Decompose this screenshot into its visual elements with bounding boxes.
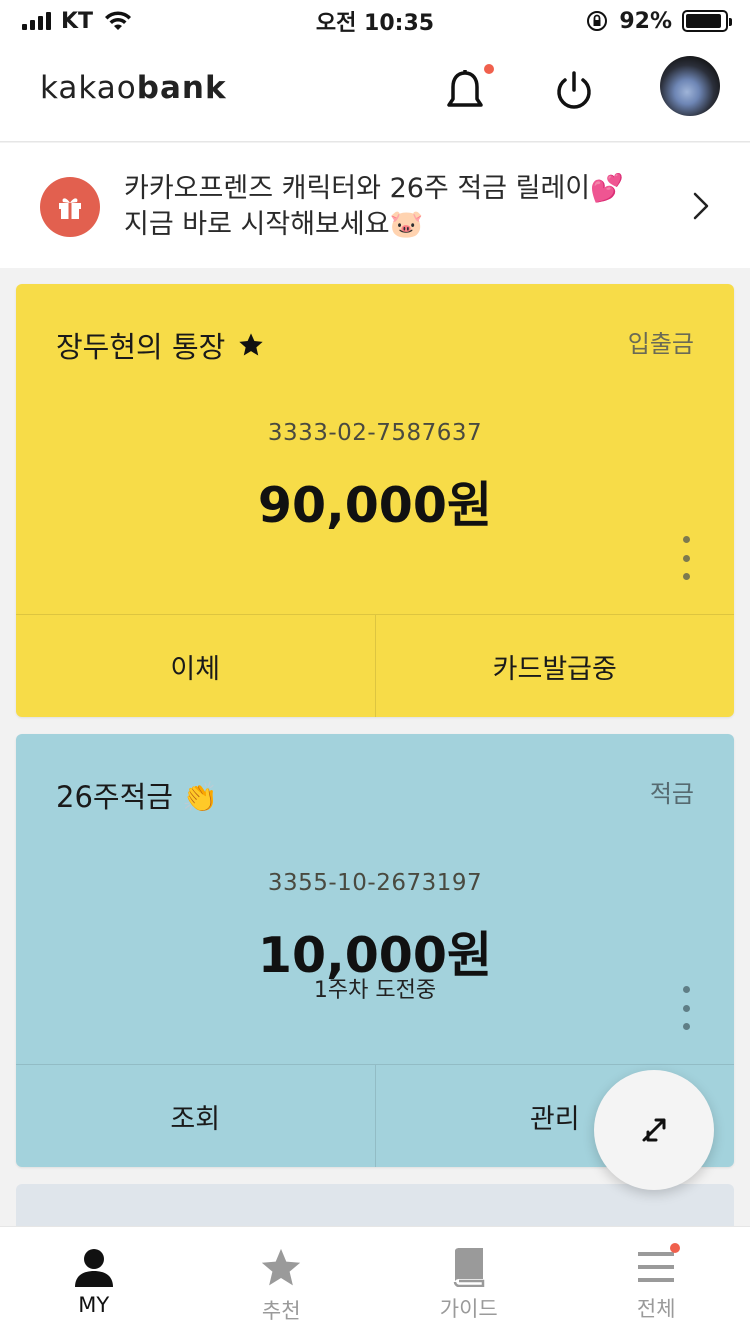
app-header: kakaobank (0, 42, 750, 142)
account-name: 26주적금 👏 (56, 780, 219, 814)
tab-label: 추천 (261, 1299, 301, 1323)
logo-text-bold: bank (136, 70, 227, 106)
profile-avatar[interactable] (660, 56, 720, 116)
notification-dot (484, 64, 494, 74)
bottom-tab-bar: MY 추천 가이드 전체 (0, 1226, 750, 1334)
swap-arrows-icon (642, 1118, 666, 1142)
battery-percent: 92% (619, 8, 672, 34)
account-card-body[interactable]: 장두현의 통장 입출금 3333-02-7587637 90,000원 (16, 284, 734, 614)
tab-my[interactable]: MY (0, 1227, 188, 1334)
account-name: 장두현의 통장 (56, 324, 265, 366)
gift-icon (40, 177, 100, 237)
more-options-icon[interactable] (680, 536, 692, 580)
promo-line-2: 지금 바로 시작해보세요🐷 (124, 209, 424, 240)
carrier-label: KT (61, 8, 94, 34)
account-type: 적금 (649, 780, 694, 808)
logo-text-light: kakao (40, 70, 137, 106)
status-bar-left: KT (22, 9, 133, 34)
battery-icon (682, 10, 732, 32)
tab-label: MY (78, 1293, 110, 1317)
promo-banner[interactable]: 카카오프렌즈 캐릭터와 26주 적금 릴레이💕 지금 바로 시작해보세요🐷 (0, 143, 750, 268)
tab-recommend[interactable]: 추천 (188, 1227, 376, 1334)
transfer-button[interactable]: 이체 (16, 615, 375, 717)
promo-text: 카카오프렌즈 캐릭터와 26주 적금 릴레이💕 지금 바로 시작해보세요🐷 (124, 171, 644, 243)
promo-line-1: 카카오프렌즈 캐릭터와 26주 적금 릴레이💕 (124, 173, 624, 204)
wifi-icon (105, 11, 132, 30)
bell-icon (447, 70, 483, 107)
power-icon (557, 71, 591, 109)
tab-guide[interactable]: 가이드 (375, 1227, 563, 1334)
account-balance: 90,000원 (257, 477, 493, 534)
tab-label: 전체 (636, 1297, 676, 1321)
more-options-icon[interactable] (680, 986, 692, 1030)
card-issuing-button[interactable]: 카드발급중 (374, 615, 735, 717)
inquiry-button[interactable]: 조회 (16, 1065, 375, 1167)
notifications-button[interactable] (438, 64, 494, 118)
transfer-fab[interactable] (594, 1070, 714, 1190)
kakaobank-logo[interactable]: kakaobank (40, 70, 227, 106)
star-icon (262, 1248, 301, 1286)
account-type: 입출금 (627, 330, 694, 358)
savings-progress-status: 1주차 도전중 (313, 978, 437, 1003)
book-icon (453, 1248, 484, 1287)
status-bar: KT 오전 10:35 92% (0, 0, 750, 42)
account-name-text: 장두현의 통장 (56, 330, 226, 364)
notification-dot (669, 1243, 680, 1253)
signal-icon (22, 12, 51, 30)
person-icon (74, 1249, 113, 1287)
account-card-checking[interactable]: 장두현의 통장 입출금 3333-02-7587637 90,000원 이체 카… (16, 284, 734, 717)
status-bar-right: 92% (585, 8, 732, 34)
account-number: 3333-02-7587637 (267, 420, 483, 446)
battery-level (686, 14, 721, 28)
star-icon[interactable] (237, 331, 265, 359)
tab-label: 가이드 (439, 1297, 498, 1321)
orientation-lock-icon (587, 11, 608, 31)
logout-button[interactable] (547, 64, 601, 118)
chevron-right-icon (693, 192, 709, 220)
account-number: 3355-10-2673197 (267, 870, 483, 896)
menu-icon (638, 1252, 675, 1282)
tab-all[interactable]: 전체 (563, 1227, 750, 1334)
account-actions: 이체 카드발급중 (16, 614, 734, 717)
account-card-body[interactable]: 26주적금 👏 적금 3355-10-2673197 10,000원 1주차 도… (16, 734, 734, 1064)
